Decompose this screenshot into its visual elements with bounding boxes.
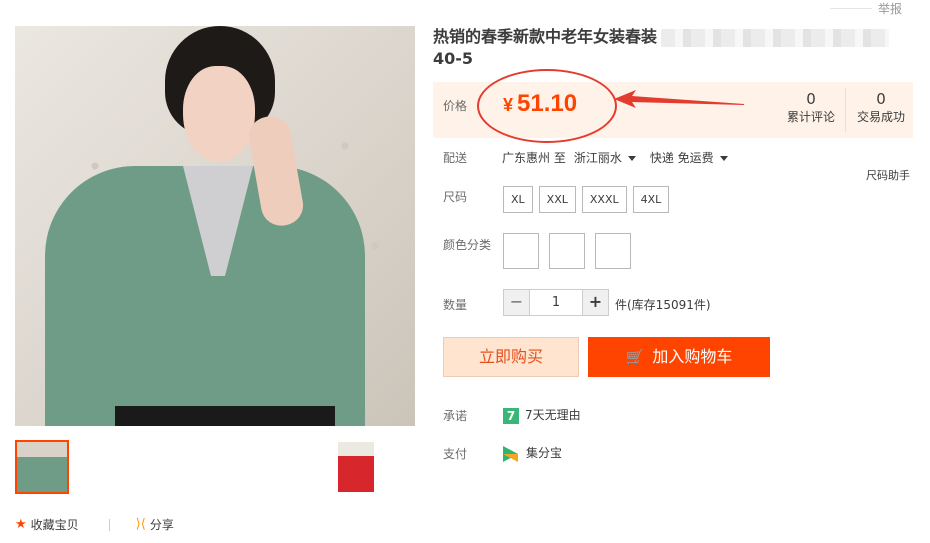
review-count[interactable]: 0 累计评论: [783, 90, 839, 125]
favorite-button[interactable]: ★ 收藏宝贝: [15, 516, 79, 533]
add-to-cart-label: 加入购物车: [652, 347, 733, 366]
share-label: 分享: [149, 518, 174, 532]
size-helper-link[interactable]: 尺码助手: [866, 167, 910, 183]
delivery-info: 广东惠州 至 浙江丽水 快递 免运费: [502, 149, 728, 166]
decrease-button[interactable]: −: [503, 289, 530, 316]
delivery-label: 配送: [443, 151, 468, 165]
model-pants: [115, 406, 335, 426]
model-face: [183, 66, 255, 162]
share-icon: ⟩⟨: [135, 517, 146, 532]
chevron-down-icon: [627, 156, 636, 161]
sales-count-label: 交易成功: [856, 110, 905, 124]
add-to-cart-button[interactable]: 🛒 加入购物车: [588, 337, 770, 377]
cart-icon: 🛒: [625, 348, 645, 366]
thumbnail-red[interactable]: [338, 442, 374, 492]
increase-button[interactable]: +: [582, 289, 609, 316]
quantity-stepper: − 1 +: [503, 289, 609, 316]
color-label: 颜色分类: [443, 238, 492, 252]
product-title-text: 热销的春季新款中老年女装春装: [433, 27, 658, 46]
divider: [845, 88, 846, 132]
share-button[interactable]: ⟩⟨ 分享: [136, 516, 174, 533]
sales-count[interactable]: 0 交易成功: [853, 90, 909, 125]
seven-day-icon: 7: [503, 407, 519, 424]
star-icon: ★: [15, 517, 27, 532]
thumbnail-green[interactable]: [15, 440, 69, 494]
payment-label: 支付: [443, 447, 468, 461]
size-option[interactable]: XL: [503, 186, 533, 213]
payment-value[interactable]: 集分宝: [503, 444, 562, 462]
payment-text: 集分宝: [526, 446, 563, 460]
delivery-destination-text: 浙江丽水: [573, 151, 622, 165]
promise-text: 7天无理由: [525, 408, 581, 422]
annotation-circle: [477, 69, 617, 143]
divider: [108, 518, 110, 531]
divider: [830, 8, 872, 9]
color-option[interactable]: [503, 233, 539, 269]
bottom-actions: ★ 收藏宝贝 ⟩⟨ 分享: [15, 516, 174, 533]
shipping-method[interactable]: 快递 免运费: [650, 149, 728, 166]
size-option[interactable]: XXL: [538, 186, 576, 213]
quantity-input[interactable]: 1: [530, 289, 582, 316]
blurred-text: [661, 28, 890, 47]
delivery-destination[interactable]: 浙江丽水: [574, 149, 636, 166]
thumbnail-red-image: [338, 442, 374, 492]
favorite-label: 收藏宝贝: [30, 518, 79, 532]
review-count-value: 0: [806, 90, 816, 108]
color-option[interactable]: [549, 233, 585, 269]
report-link[interactable]: 举报: [878, 0, 902, 17]
quantity-label: 数量: [443, 298, 468, 312]
size-options: XL XXL XXXL 4XL: [503, 186, 670, 213]
chevron-down-icon: [719, 156, 728, 161]
main-product-image: [15, 26, 415, 426]
sales-count-value: 0: [876, 90, 886, 108]
promise-value[interactable]: 7 7天无理由: [503, 406, 581, 424]
review-count-label: 累计评论: [786, 110, 835, 124]
stock-info: 件(库存15091件): [615, 298, 711, 312]
promise-label: 承诺: [443, 409, 468, 423]
price-label: 价格: [443, 99, 468, 113]
jifenbao-icon: [503, 445, 518, 462]
product-title: 热销的春季新款中老年女装春装 40-5: [433, 26, 913, 70]
product-title-suffix: 40-5: [433, 49, 474, 68]
thumbnail-green-image: [17, 442, 67, 492]
size-option[interactable]: 4XL: [632, 186, 670, 213]
buy-now-button[interactable]: 立即购买: [443, 337, 579, 377]
size-label: 尺码: [443, 190, 468, 204]
shipping-method-text: 快递 免运费: [649, 151, 714, 165]
color-option[interactable]: [595, 233, 631, 269]
color-options: [503, 233, 631, 269]
size-option[interactable]: XXXL: [581, 186, 627, 213]
annotation-arrow: [614, 90, 744, 108]
delivery-from: 广东惠州 至: [502, 151, 566, 165]
